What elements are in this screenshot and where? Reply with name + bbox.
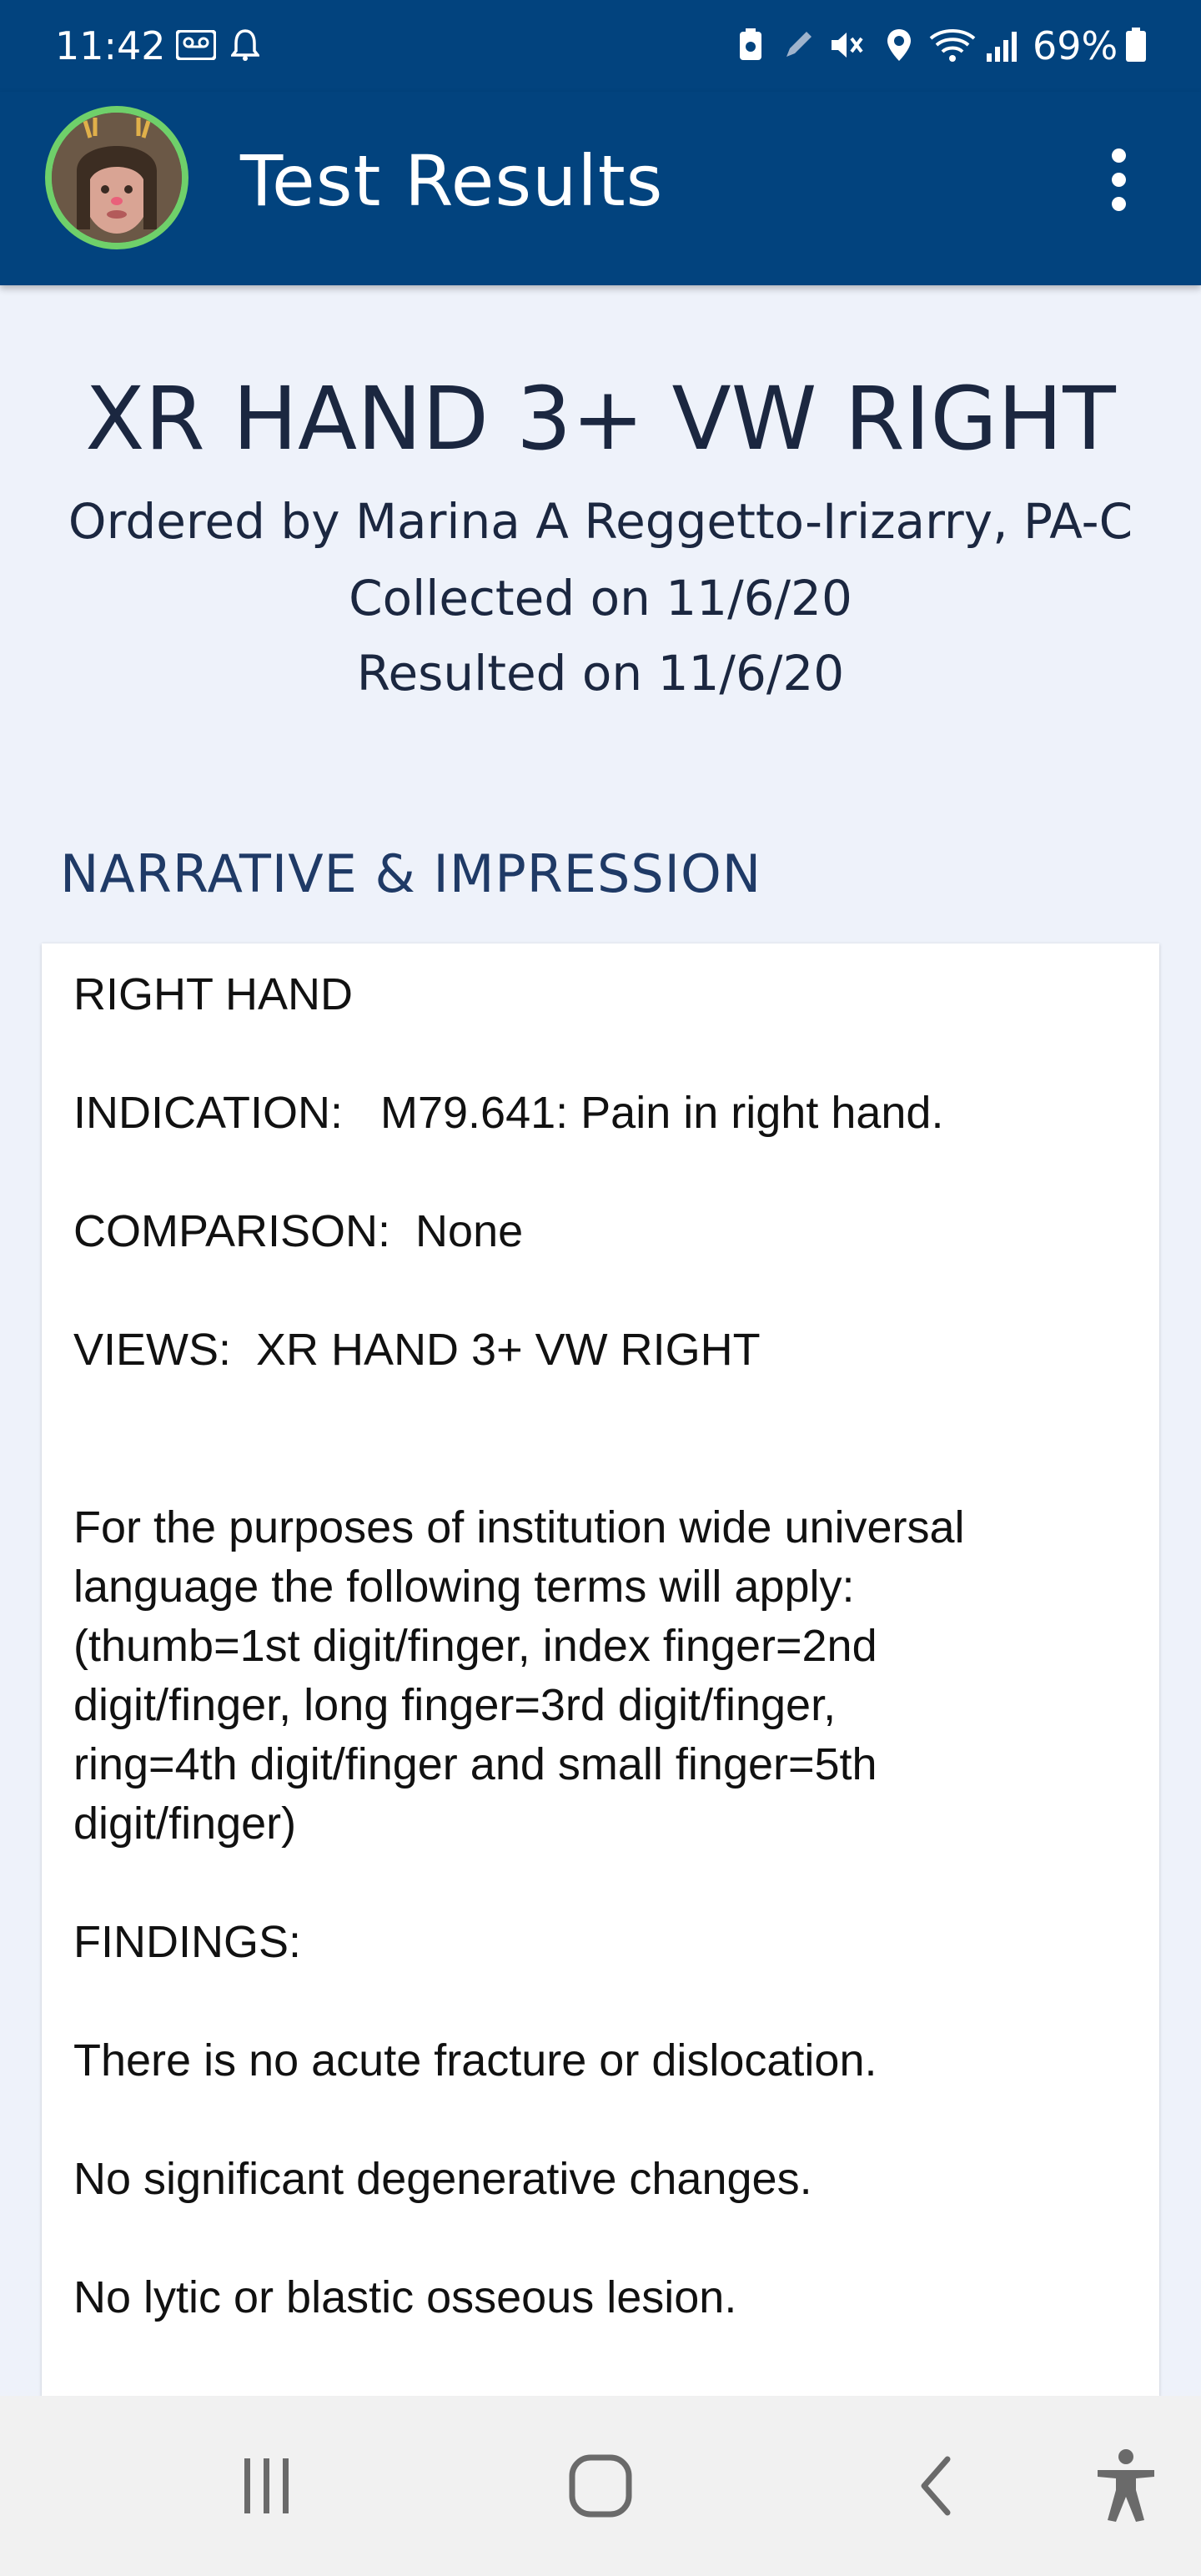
- section-heading: NARRATIVE & IMPRESSION: [60, 843, 762, 904]
- report-paragraph-line: digit/finger, long finger=3rd digit/fing…: [73, 1680, 837, 1730]
- voicemail-icon: [173, 25, 219, 65]
- report-paragraph-line: For the purposes of institution wide uni…: [73, 1502, 965, 1552]
- accessibility-button[interactable]: [1084, 2444, 1168, 2528]
- mute-icon: [826, 25, 869, 65]
- wifi-icon: [927, 25, 977, 65]
- report-comparison: COMPARISON: None: [73, 1206, 524, 1256]
- more-vert-icon: [1111, 148, 1126, 163]
- page-title: Test Results: [240, 140, 664, 222]
- home-button[interactable]: [559, 2444, 642, 2528]
- pen-icon: [779, 25, 817, 65]
- more-vert-dot: [1111, 196, 1126, 211]
- report-title: RIGHT HAND: [73, 969, 354, 1019]
- signal-icon: [982, 25, 1024, 65]
- report-indication: INDICATION: M79.641: Pain in right hand.: [73, 1088, 944, 1138]
- ordered-by: Ordered by Marina A Reggetto-Irizarry, P…: [68, 493, 1133, 550]
- report-card: RIGHT HAND INDICATION: M79.641: Pain in …: [42, 943, 1159, 2576]
- more-options-button[interactable]: [1093, 138, 1144, 221]
- back-button[interactable]: [896, 2444, 979, 2528]
- save-icon: [734, 25, 767, 65]
- battery-icon: [1121, 25, 1151, 65]
- system-nav-bar: [0, 2396, 1201, 2576]
- status-bar: 11:42 69%: [0, 0, 1201, 92]
- collected-on: Collected on 11/6/20: [349, 570, 852, 626]
- resulted-on: Resulted on 11/6/20: [356, 645, 845, 702]
- findings-label: FINDINGS:: [73, 1917, 302, 1967]
- battery-percent: 69%: [1033, 23, 1118, 68]
- finding-item: There is no acute fracture or dislocatio…: [73, 2035, 877, 2085]
- home-icon: [569, 2454, 632, 2518]
- location-icon: [881, 25, 917, 65]
- report-paragraph-line: (thumb=1st digit/finger, index finger=2n…: [73, 1621, 877, 1671]
- alarm-icon: [227, 25, 264, 65]
- avatar[interactable]: [45, 106, 188, 249]
- recent-apps-button[interactable]: [225, 2444, 309, 2528]
- status-time: 11:42: [55, 23, 166, 68]
- finding-item: No significant degenerative changes.: [73, 2154, 812, 2204]
- app-bar: Test Results: [0, 92, 1201, 285]
- back-icon: [921, 2456, 951, 2516]
- report-paragraph-line: language the following terms will apply:: [73, 1562, 855, 1612]
- report-views: VIEWS: XR HAND 3+ VW RIGHT: [73, 1325, 761, 1375]
- report-paragraph-line: ring=4th digit/finger and small finger=5…: [73, 1739, 877, 1789]
- more-vert-dot: [1111, 172, 1126, 187]
- accessibility-icon: [1098, 2449, 1154, 2522]
- test-name: XR HAND 3+ VW RIGHT: [85, 368, 1116, 470]
- report-paragraph-line: digit/finger): [73, 1799, 297, 1849]
- recent-apps-icon: [244, 2458, 289, 2513]
- finding-item: No lytic or blastic osseous lesion.: [73, 2272, 737, 2322]
